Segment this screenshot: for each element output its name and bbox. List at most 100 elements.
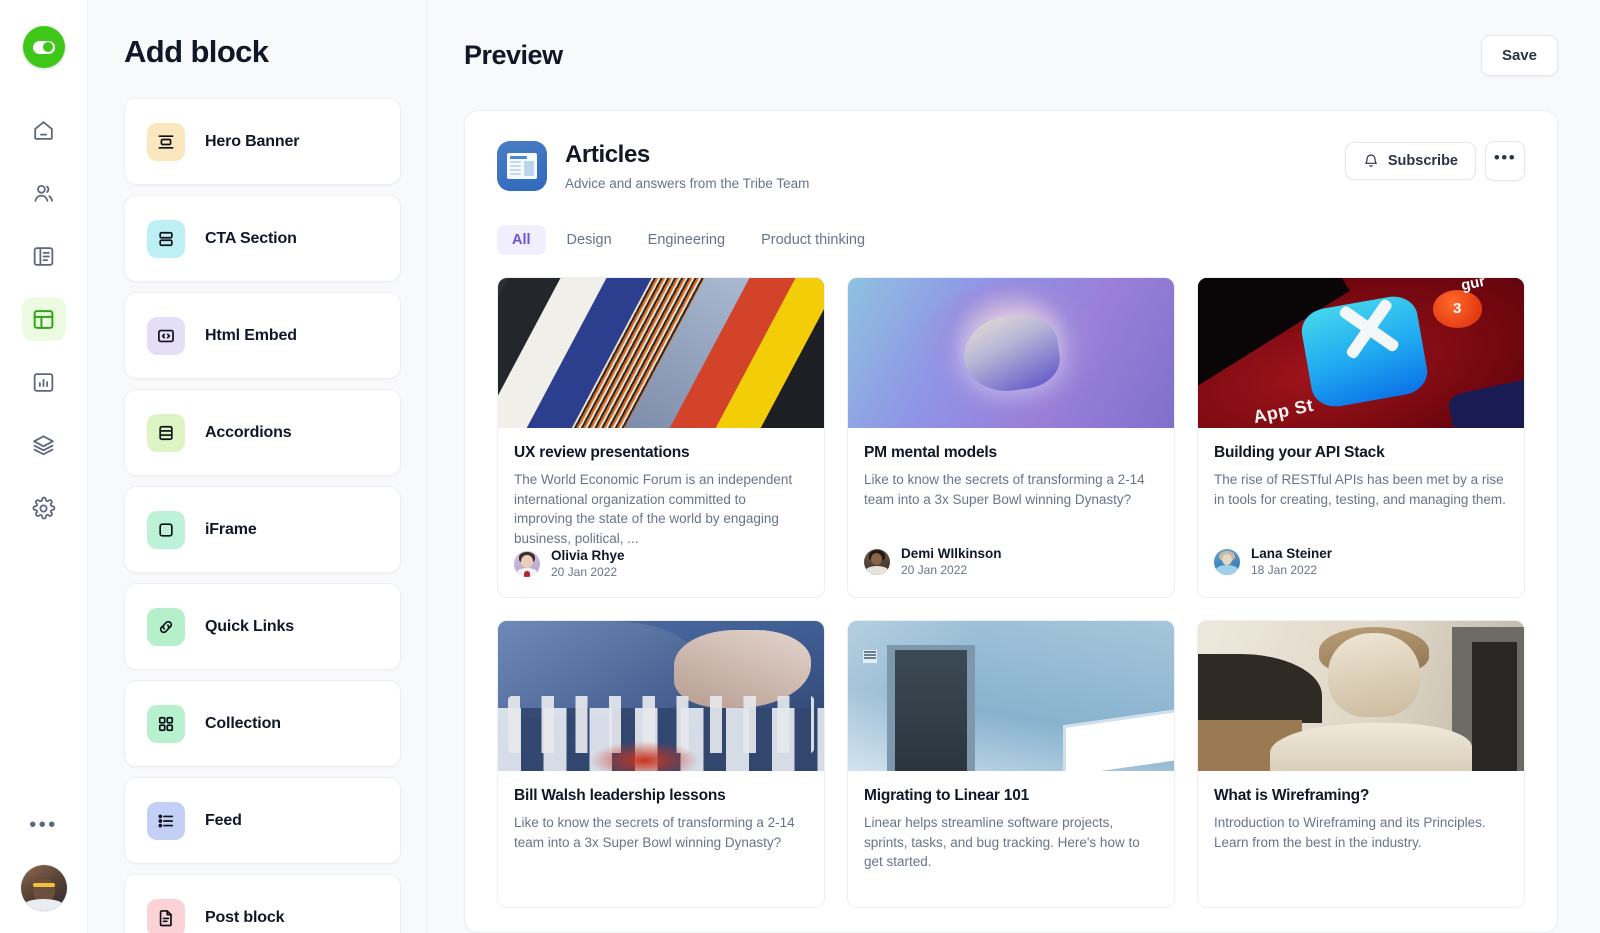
- category-tabs: All Design Engineering Product thinking: [497, 225, 1525, 255]
- save-button[interactable]: Save: [1480, 34, 1558, 76]
- nav-members[interactable]: [22, 171, 66, 215]
- gear-icon: [31, 496, 56, 521]
- author-avatar: [514, 550, 540, 577]
- subscribe-button[interactable]: Subscribe: [1344, 142, 1476, 180]
- main-area: Preview Save Articles Advice and answers…: [428, 0, 1600, 933]
- rail-more-button[interactable]: •••: [29, 815, 58, 835]
- avatar-sunglasses: [33, 883, 55, 888]
- article-body: What is Wireframing? Introduction to Wir…: [1198, 771, 1524, 907]
- article-card[interactable]: What is Wireframing? Introduction to Wir…: [1197, 620, 1525, 909]
- statue-arm: [1269, 723, 1472, 772]
- thumb-vent: [862, 649, 878, 664]
- article-body: UX review presentations The World Econom…: [498, 428, 824, 597]
- thumb-door: [895, 649, 967, 772]
- article-title: Migrating to Linear 101: [864, 787, 1030, 805]
- accordions-icon: [147, 413, 185, 452]
- user-avatar[interactable]: [20, 865, 67, 911]
- statue-head: [1328, 633, 1420, 718]
- articles-header-left: Articles Advice and answers from the Tri…: [497, 141, 809, 191]
- articles-more-button[interactable]: •••: [1485, 141, 1525, 181]
- add-block-panel: Add block Hero Banner CTA Section Html E…: [88, 0, 428, 933]
- block-label: iFrame: [205, 520, 257, 538]
- author-meta: Demi WIlkinson 20 Jan 2022: [901, 546, 1002, 577]
- block-label: Html Embed: [205, 326, 297, 344]
- article-card[interactable]: Bill Walsh leadership lessons Like to kn…: [497, 620, 825, 909]
- author-name: Demi WIlkinson: [901, 546, 1002, 561]
- author-avatar: [864, 548, 890, 575]
- glyph-block: [523, 161, 534, 176]
- block-item-accordions[interactable]: Accordions: [124, 389, 401, 476]
- layout-icon: [31, 307, 56, 332]
- article-title: Building your API Stack: [1214, 444, 1385, 461]
- app-root: ••• Add block Hero Banner CTA Section Ht…: [0, 0, 1600, 933]
- block-label: Collection: [205, 714, 281, 732]
- article-card[interactable]: UX review presentations The World Econom…: [497, 277, 825, 599]
- block-label: Post block: [205, 908, 285, 926]
- article-card[interactable]: 3 App St gur Building your API Stack The…: [1197, 277, 1525, 599]
- block-item-iframe[interactable]: iFrame: [124, 486, 401, 573]
- article-body: Bill Walsh leadership lessons Like to kn…: [498, 771, 824, 907]
- article-title: PM mental models: [864, 444, 997, 461]
- author-avatar: [1214, 548, 1240, 575]
- block-item-collection[interactable]: Collection: [124, 680, 401, 767]
- hero-banner-icon: [147, 122, 185, 161]
- nav-analytics[interactable]: [22, 360, 66, 404]
- html-embed-icon: [147, 316, 185, 355]
- article-title: What is Wireframing?: [1214, 787, 1370, 805]
- home-icon: [31, 118, 56, 143]
- feed-icon: [147, 801, 185, 840]
- block-item-hero-banner[interactable]: Hero Banner: [124, 98, 401, 185]
- author-name: Lana Steiner: [1251, 546, 1333, 561]
- quick-links-icon: [147, 607, 185, 646]
- article-card[interactable]: PM mental models Like to know the secret…: [847, 277, 1175, 599]
- article-author: Demi WIlkinson 20 Jan 2022: [864, 546, 1158, 577]
- article-card[interactable]: Migrating to Linear 101 Linear helps str…: [847, 620, 1175, 909]
- block-item-html-embed[interactable]: Html Embed: [124, 292, 401, 379]
- articles-header-actions: Subscribe •••: [1344, 141, 1525, 181]
- nav-settings[interactable]: [22, 486, 66, 530]
- glyph-row: [510, 161, 534, 176]
- article-thumbnail-brain-gradient: [848, 278, 1174, 428]
- articles-grid: UX review presentations The World Econom…: [497, 277, 1525, 909]
- block-label: Accordions: [205, 423, 292, 441]
- article-title: UX review presentations: [514, 444, 690, 461]
- article-thumbnail-app-store-icon: 3 App St gur: [1198, 278, 1524, 428]
- layers-icon: [31, 433, 56, 458]
- tab-product-thinking[interactable]: Product thinking: [746, 225, 880, 255]
- block-label: CTA Section: [205, 229, 297, 247]
- glyph-line: [510, 165, 521, 167]
- block-item-cta-section[interactable]: CTA Section: [124, 195, 401, 282]
- article-description: Like to know the secrets of transforming…: [514, 815, 795, 850]
- tab-all[interactable]: All: [497, 225, 546, 255]
- preview-title: Preview: [464, 39, 563, 70]
- bell-icon: [1363, 153, 1379, 169]
- nav-apps[interactable]: [22, 423, 66, 467]
- cta-section-icon: [147, 219, 185, 258]
- article-description: Introduction to Wireframing and its Prin…: [1214, 815, 1486, 850]
- nav-content[interactable]: [22, 234, 66, 278]
- article-author: Olivia Rhye 20 Jan 2022: [514, 548, 808, 579]
- block-item-post-block[interactable]: Post block: [124, 874, 401, 933]
- author-date: 20 Jan 2022: [551, 565, 618, 580]
- logo-pill: [32, 40, 55, 54]
- glyph-stroke: [1344, 297, 1393, 360]
- article-description: The World Economic Forum is an independe…: [514, 472, 793, 546]
- block-label: Quick Links: [205, 617, 295, 635]
- author-name: Olivia Rhye: [551, 548, 625, 564]
- tab-design[interactable]: Design: [552, 225, 627, 255]
- block-item-feed[interactable]: Feed: [124, 777, 401, 864]
- articles-subtitle: Advice and answers from the Tribe Team: [565, 176, 810, 191]
- nav-home[interactable]: [22, 108, 66, 152]
- glyph-line: [510, 169, 521, 171]
- iframe-icon: [147, 510, 185, 549]
- articles-title: Articles: [565, 141, 650, 168]
- subscribe-label: Subscribe: [1387, 153, 1458, 169]
- book-icon: [31, 244, 56, 269]
- articles-header: Articles Advice and answers from the Tri…: [497, 141, 1525, 191]
- notification-badge: 3: [1432, 290, 1482, 328]
- tab-engineering[interactable]: Engineering: [633, 225, 740, 255]
- author-date: 20 Jan 2022: [901, 563, 968, 577]
- toggle-logo[interactable]: [22, 26, 65, 68]
- nav-layout[interactable]: [21, 297, 66, 341]
- block-item-quick-links[interactable]: Quick Links: [124, 583, 401, 670]
